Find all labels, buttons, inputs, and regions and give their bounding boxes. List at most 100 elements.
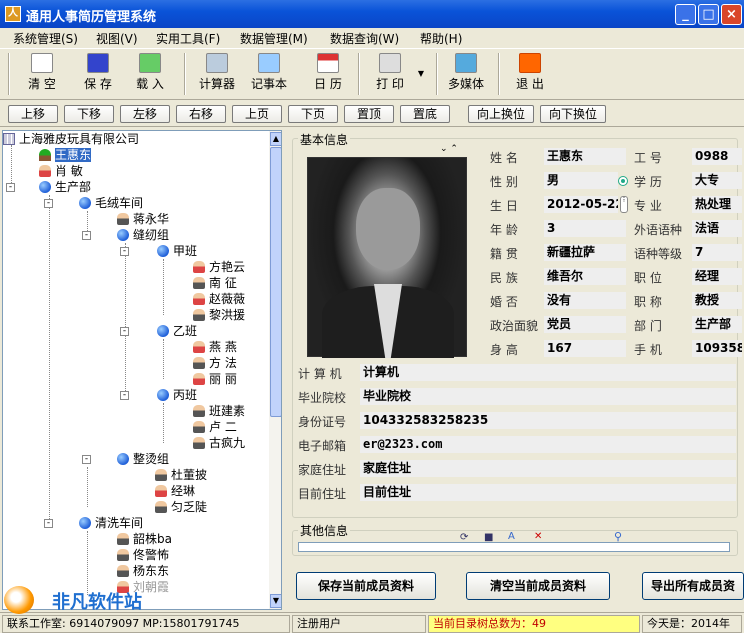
tree-scrollbar[interactable]: ▲ ▼ xyxy=(269,131,281,609)
tree-node[interactable]: 毛绒车间 xyxy=(79,195,143,211)
employee-photo[interactable] xyxy=(307,157,467,358)
dept-field[interactable]: 生产部 xyxy=(692,316,742,333)
collapse-toggle[interactable]: - xyxy=(120,327,129,336)
move-right-button[interactable]: 右移 xyxy=(176,105,226,123)
height-field[interactable]: 167 xyxy=(544,340,626,357)
clear-button[interactable]: 清 空 xyxy=(20,51,64,97)
menu-tools[interactable]: 实用工具(F) xyxy=(156,30,220,47)
notepad-button[interactable]: 记事本 xyxy=(246,51,292,97)
rotate-icon[interactable]: ⟳ xyxy=(460,532,468,543)
collapse-toggle[interactable]: - xyxy=(82,455,91,464)
tree-node[interactable]: 整烫组 xyxy=(117,451,169,467)
tree-node[interactable]: 杨东东 xyxy=(117,563,169,579)
collapse-toggle[interactable]: - xyxy=(120,247,129,256)
level-field[interactable]: 7 xyxy=(692,244,742,261)
print-dropdown[interactable]: ▼ xyxy=(414,51,428,97)
computer-field[interactable]: 计算机 xyxy=(360,364,736,381)
tree-node[interactable]: 匀乏陡 xyxy=(155,499,207,515)
menu-view[interactable]: 视图(V) xyxy=(96,30,138,47)
collapse-toggle[interactable]: - xyxy=(44,199,53,208)
tree-node[interactable]: 王惠东 xyxy=(39,147,92,163)
menu-help[interactable]: 帮助(H) xyxy=(420,30,462,47)
tree-node[interactable]: 佟警怖 xyxy=(117,547,169,563)
scroll-down-arrow[interactable]: ▼ xyxy=(270,594,281,608)
minimize-button[interactable]: _ xyxy=(675,4,696,25)
tree-node[interactable]: 丙班 xyxy=(157,387,197,403)
menu-data-manage[interactable]: 数据管理(M) xyxy=(240,30,308,47)
page-down-button[interactable]: 下页 xyxy=(288,105,338,123)
tree-node[interactable]: 丽 丽 xyxy=(193,371,237,387)
other-info-textarea[interactable] xyxy=(298,542,730,552)
move-left-button[interactable]: 左移 xyxy=(120,105,170,123)
home-address-field[interactable]: 家庭住址 xyxy=(360,460,736,477)
collapse-toggle[interactable]: - xyxy=(6,183,15,192)
major-field[interactable]: 热处理 xyxy=(692,196,742,213)
tree-node[interactable]: 班建素 xyxy=(193,403,245,419)
collapse-toggle[interactable]: - xyxy=(44,519,53,528)
tree-node[interactable]: 蒋永华 xyxy=(117,211,169,227)
move-down-button[interactable]: 下移 xyxy=(64,105,114,123)
ethnic-field[interactable]: 维吾尔 xyxy=(544,268,626,285)
birth-field[interactable]: 2012-05-22 xyxy=(544,196,618,213)
swap-down-button[interactable]: 向下换位 xyxy=(540,105,606,123)
school-field[interactable]: 毕业院校 xyxy=(360,388,736,405)
tree-node[interactable]: 古疯九 xyxy=(193,435,245,451)
tree-node[interactable]: 甲班 xyxy=(157,243,197,259)
politics-field[interactable]: 党员 xyxy=(544,316,626,333)
move-up-button[interactable]: 上移 xyxy=(8,105,58,123)
tree-node[interactable]: 乙班 xyxy=(157,323,197,339)
font-icon[interactable]: A xyxy=(508,531,515,542)
print-button[interactable]: 打 印 xyxy=(368,51,412,97)
close-button[interactable]: × xyxy=(721,4,742,25)
to-top-button[interactable]: 置顶 xyxy=(344,105,394,123)
menu-system[interactable]: 系统管理(S) xyxy=(13,30,78,47)
menu-data-query[interactable]: 数据查询(W) xyxy=(330,30,399,47)
tree-node[interactable]: 肖 敏 xyxy=(39,163,83,179)
tree-node[interactable]: 经琳 xyxy=(155,483,195,499)
date-spinner[interactable]: ⁝ xyxy=(620,196,628,213)
clear-member-button[interactable]: 清空当前成员资料 xyxy=(466,572,610,600)
tree-node[interactable]: 方艳云 xyxy=(193,259,245,275)
tree-node[interactable]: 生产部 xyxy=(39,179,91,195)
tree-node[interactable]: 韶株ba xyxy=(117,531,172,547)
origin-field[interactable]: 新疆拉萨 xyxy=(544,244,626,261)
collapse-toggle[interactable]: - xyxy=(120,391,129,400)
gender-field[interactable]: 男 xyxy=(544,172,618,189)
delete-icon[interactable]: ✕ xyxy=(534,531,542,542)
tree-node[interactable]: 燕 燕 xyxy=(193,339,237,355)
tree-node[interactable]: 赵薇薇 xyxy=(193,291,245,307)
scroll-up-arrow[interactable]: ▲ xyxy=(270,132,281,146)
name-field[interactable]: 王惠东 xyxy=(544,148,626,165)
save-button[interactable]: 保 存 xyxy=(76,51,120,97)
marriage-field[interactable]: 没有 xyxy=(544,292,626,309)
org-tree[interactable]: 上海雅皮玩具有限公司 王惠东 肖 敏 - 生产部 - 毛绒车间 蒋永华 - 缝纫… xyxy=(2,130,282,610)
tree-root[interactable]: 上海雅皮玩具有限公司 xyxy=(3,131,139,147)
load-button[interactable]: 载 入 xyxy=(128,51,172,97)
tree-node[interactable]: 缝纫组 xyxy=(117,227,169,243)
save-small-icon[interactable]: ■ xyxy=(484,532,493,543)
zoom-icon[interactable]: ⚲ xyxy=(614,530,622,543)
empno-field[interactable]: 0988 xyxy=(692,148,742,165)
mobile-field[interactable]: 1093585 xyxy=(692,340,742,357)
page-up-button[interactable]: 上页 xyxy=(232,105,282,123)
collapse-toggle[interactable]: - xyxy=(82,231,91,240)
tree-node[interactable]: 黎洪援 xyxy=(193,307,245,323)
foreign-field[interactable]: 法语 xyxy=(692,220,742,237)
calculator-button[interactable]: 计算器 xyxy=(194,51,240,97)
collapse-arrows[interactable]: ⌄ ⌃ xyxy=(440,144,458,154)
id-number-field[interactable]: 104332583258235 xyxy=(360,412,736,429)
current-address-field[interactable]: 目前住址 xyxy=(360,484,736,501)
age-field[interactable]: 3 xyxy=(544,220,626,237)
to-bottom-button[interactable]: 置底 xyxy=(400,105,450,123)
export-all-button[interactable]: 导出所有成员资 xyxy=(642,572,744,600)
exit-button[interactable]: 退 出 xyxy=(508,51,552,97)
scroll-thumb[interactable] xyxy=(270,147,281,417)
edu-field[interactable]: 大专 xyxy=(692,172,742,189)
tree-node[interactable]: 南 征 xyxy=(193,275,237,291)
position-field[interactable]: 经理 xyxy=(692,268,742,285)
tree-node[interactable]: 杜董披 xyxy=(155,467,207,483)
maximize-button[interactable]: □ xyxy=(698,4,719,25)
email-field[interactable]: er@2323.com xyxy=(360,436,736,453)
save-member-button[interactable]: 保存当前成员资料 xyxy=(296,572,436,600)
calendar-button[interactable]: 日 历 xyxy=(306,51,350,97)
